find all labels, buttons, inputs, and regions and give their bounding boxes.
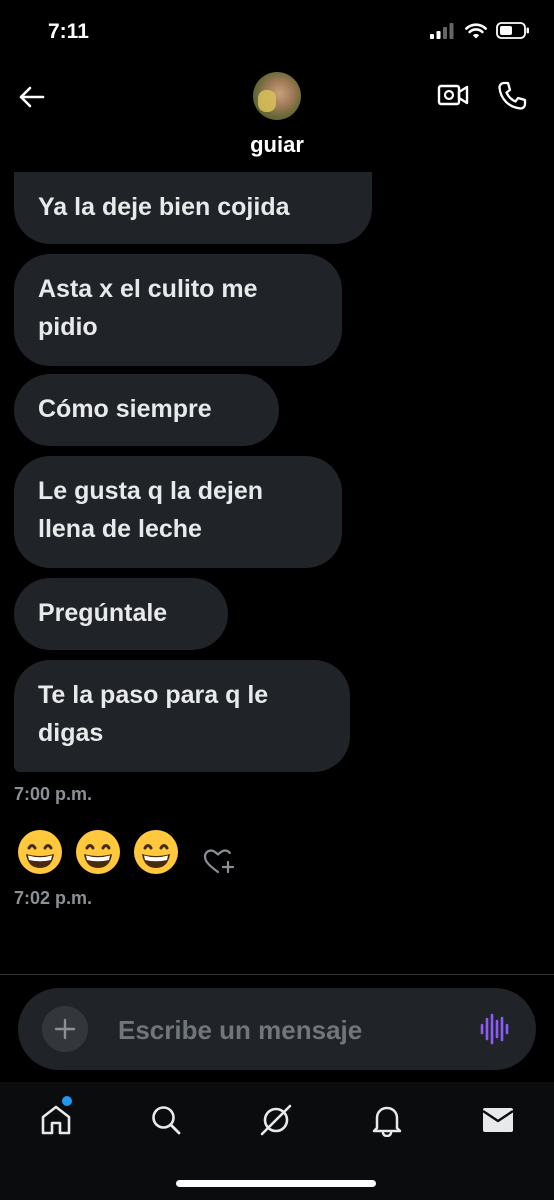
plus-icon — [54, 1018, 76, 1040]
messages-envelope-icon — [482, 1108, 514, 1132]
voice-call-button[interactable] — [496, 80, 530, 114]
contact-name[interactable]: guiar — [0, 132, 554, 158]
grinning-face-emoji-icon — [76, 830, 120, 874]
add-attachment-button[interactable] — [42, 1006, 88, 1052]
dm-conversation-screen: 7:11 guiar Ya la deje bien cojida Asta x… — [0, 0, 554, 1200]
message-bubble[interactable]: Ya la deje bien cojida — [14, 172, 372, 244]
nav-search[interactable] — [144, 1098, 188, 1142]
nav-home[interactable] — [34, 1094, 78, 1142]
signal-icon — [430, 22, 454, 39]
grinning-face-emoji-icon — [18, 830, 62, 874]
home-indicator[interactable] — [176, 1180, 376, 1187]
status-icons — [430, 22, 530, 39]
arrow-left-icon — [19, 86, 45, 108]
emoji-message[interactable] — [16, 828, 180, 876]
video-call-button[interactable] — [437, 82, 471, 112]
home-icon — [41, 1105, 71, 1135]
message-input[interactable] — [116, 1009, 460, 1051]
heart-plus-icon — [203, 849, 235, 874]
wifi-icon — [465, 22, 487, 38]
conversation-header: guiar — [0, 62, 554, 174]
grok-icon — [260, 1104, 292, 1136]
back-button[interactable] — [14, 82, 48, 112]
voice-waveform-icon — [480, 1013, 509, 1045]
message-list: Ya la deje bien cojida Asta x el culito … — [0, 172, 554, 972]
battery-icon — [496, 22, 529, 39]
composer-divider — [0, 974, 554, 975]
voice-message-button[interactable] — [478, 1013, 512, 1045]
notification-dot — [60, 1094, 74, 1108]
add-reaction-button[interactable] — [202, 846, 236, 878]
status-bar: 7:11 — [0, 0, 554, 62]
message-bubble[interactable]: Asta x el culito me pidio — [14, 254, 342, 366]
grinning-face-emoji-icon — [134, 830, 178, 874]
message-bubble[interactable]: Te la paso para q le digas — [14, 660, 350, 772]
video-camera-icon — [437, 84, 469, 106]
message-bubble[interactable]: Cómo siempre — [14, 374, 279, 446]
message-composer — [18, 988, 536, 1070]
avatar[interactable] — [253, 72, 301, 120]
search-icon — [152, 1106, 181, 1135]
notifications-bell-icon — [372, 1106, 402, 1137]
phone-icon — [498, 81, 527, 110]
nav-notifications[interactable] — [365, 1098, 409, 1142]
message-bubble[interactable]: Pregúntale — [14, 578, 228, 650]
nav-grok[interactable] — [254, 1098, 298, 1142]
message-timestamp: 7:02 p.m. — [14, 888, 93, 908]
message-timestamp: 7:00 p.m. — [14, 784, 93, 804]
nav-messages[interactable] — [476, 1098, 520, 1142]
message-bubble[interactable]: Le gusta q la dejen llena de leche — [14, 456, 342, 568]
status-time: 7:11 — [48, 20, 89, 43]
